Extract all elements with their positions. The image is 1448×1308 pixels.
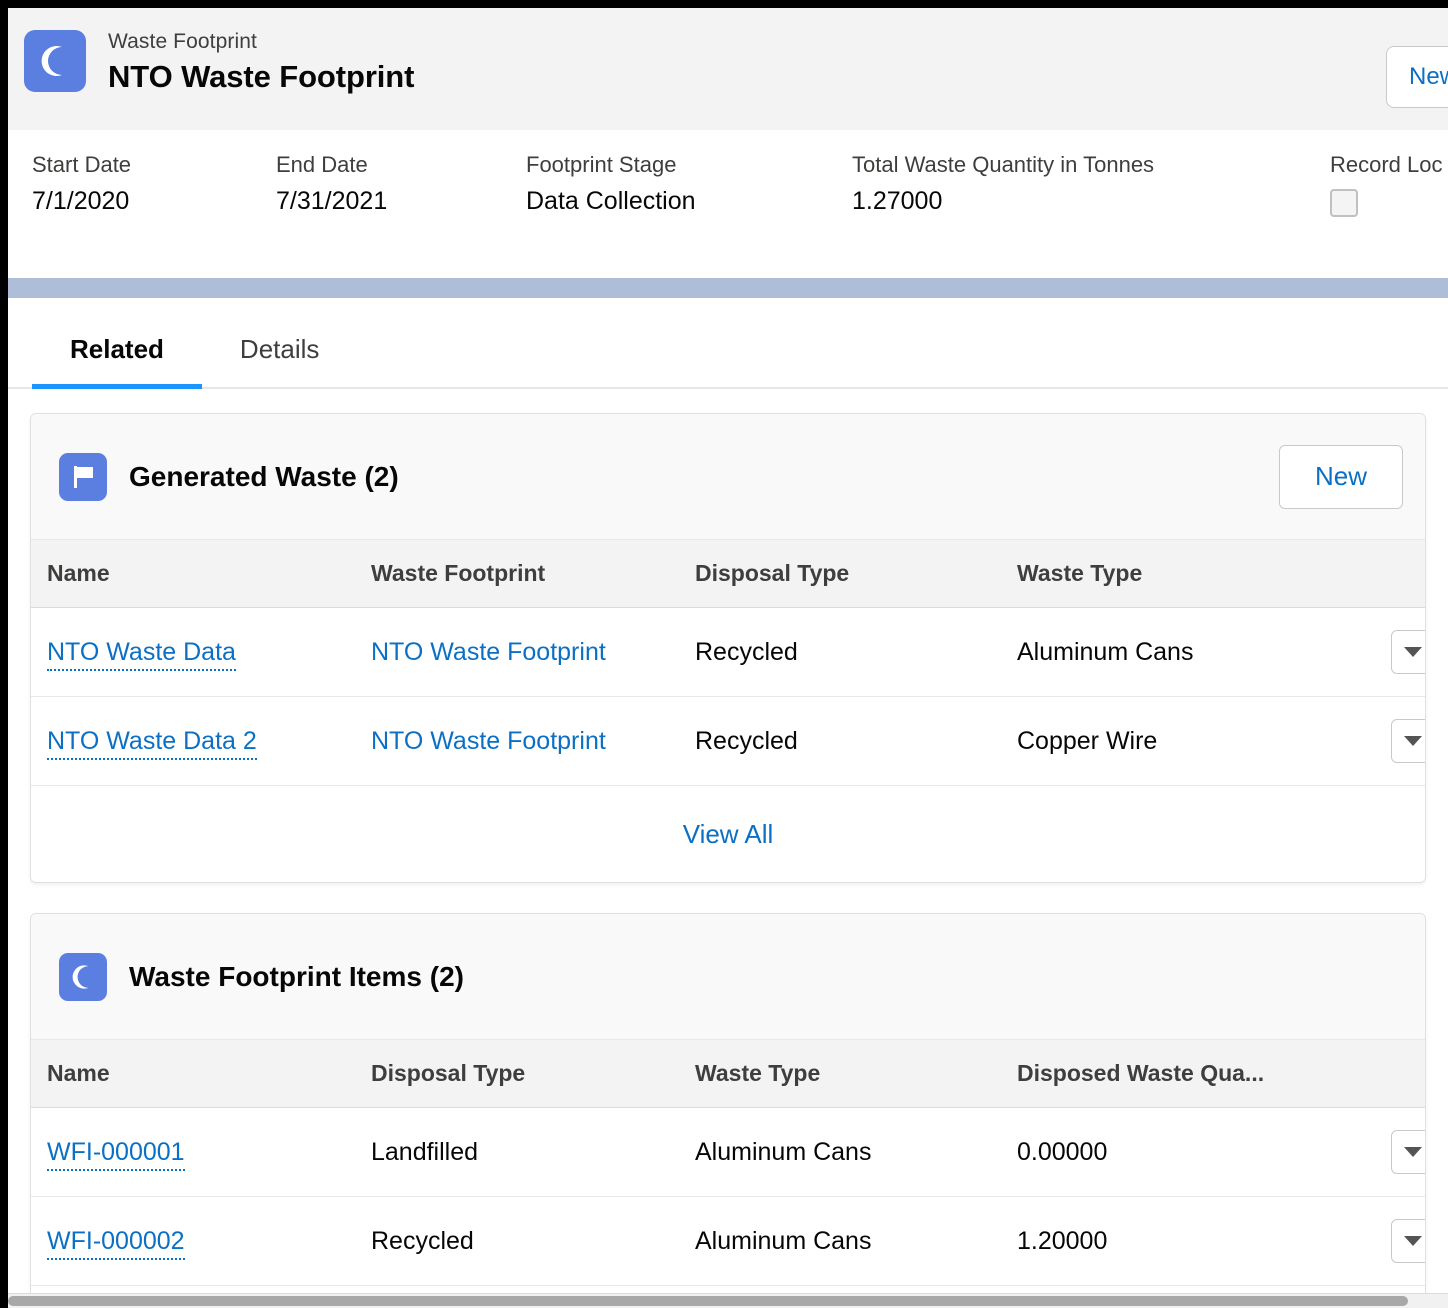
table-header-row: Name Disposal Type Waste Type Disposed W… [31,1040,1426,1108]
row-actions-button[interactable] [1391,1219,1426,1263]
cell-waste-footprint: NTO Waste Footprint [371,697,695,786]
cell-disposal-type: Recycled [695,608,1017,697]
field-end-date: End Date 7/31/2021 [276,154,526,278]
table-row: WFI-000001 Landfilled Aluminum Cans 0.00… [31,1108,1426,1197]
field-value: 7/31/2021 [276,189,526,214]
cell-disposal-type: Landfilled [371,1108,695,1197]
cell-actions [1365,1197,1426,1286]
cell-name: WFI-000001 [31,1108,371,1197]
field-total-waste-quantity: Total Waste Quantity in Tonnes 1.27000 [852,154,1330,278]
record-locked-checkbox[interactable] [1330,189,1358,217]
cell-name: NTO Waste Data 2 [31,697,371,786]
flag-icon [59,453,107,501]
cell-disposal-type: Recycled [371,1197,695,1286]
field-label: Record Loc [1330,154,1443,176]
crescent-moon-icon [24,30,86,92]
chevron-down-icon [1404,736,1422,746]
related-list-table: Name Waste Footprint Disposal Type Waste… [31,540,1426,786]
cell-waste-footprint: NTO Waste Footprint [371,608,695,697]
cell-actions [1365,608,1426,697]
row-actions-button[interactable] [1391,630,1426,674]
cell-waste-type: Aluminum Cans [695,1108,1017,1197]
row-actions-button[interactable] [1391,719,1426,763]
column-header-disposal-type[interactable]: Disposal Type [371,1040,695,1108]
record-link[interactable]: WFI-000001 [47,1138,185,1171]
field-value: 1.27000 [852,189,1330,214]
record-link[interactable]: WFI-000002 [47,1227,185,1260]
cell-actions [1365,1108,1426,1197]
field-footprint-stage: Footprint Stage Data Collection [526,154,852,278]
field-label: Footprint Stage [526,154,852,176]
column-header-name[interactable]: Name [31,1040,371,1108]
related-record-link[interactable]: NTO Waste Footprint [371,638,606,669]
field-label: Start Date [32,154,276,176]
view-all-footer: View All [31,786,1425,882]
record-link[interactable]: NTO Waste Data [47,638,236,671]
tab-details[interactable]: Details [202,322,357,387]
cell-disposal-type: Recycled [695,697,1017,786]
cell-actions [1365,697,1426,786]
field-label: Total Waste Quantity in Tonnes [852,154,1330,176]
related-list-generated-waste: Generated Waste (2) New Name Waste Footp… [30,413,1426,883]
related-lists-container: Generated Waste (2) New Name Waste Footp… [8,389,1448,1308]
row-actions-button[interactable] [1391,1130,1426,1174]
record-header: Waste Footprint NTO Waste Footprint New [8,8,1448,130]
table-header-row: Name Waste Footprint Disposal Type Waste… [31,540,1426,608]
related-record-link[interactable]: NTO Waste Footprint [371,727,606,758]
chevron-down-icon [1404,1147,1422,1157]
cell-name: WFI-000002 [31,1197,371,1286]
app-viewport: Waste Footprint NTO Waste Footprint New … [8,8,1448,1308]
field-label: End Date [276,154,526,176]
column-header-name[interactable]: Name [31,540,371,608]
column-header-disposal-type[interactable]: Disposal Type [695,540,1017,608]
related-list-table: Name Disposal Type Waste Type Disposed W… [31,1040,1426,1286]
column-header-waste-type[interactable]: Waste Type [695,1040,1017,1108]
field-start-date: Start Date 7/1/2020 [32,154,276,278]
page-title: NTO Waste Footprint [108,61,414,92]
record-object-label: Waste Footprint [108,31,414,52]
horizontal-scrollbar[interactable] [8,1293,1448,1308]
scrollbar-thumb[interactable] [8,1296,1408,1306]
column-header-disposed-waste-quantity[interactable]: Disposed Waste Qua... [1017,1040,1365,1108]
table-row: NTO Waste Data NTO Waste Footprint Recyc… [31,608,1426,697]
cell-waste-type: Copper Wire [1017,697,1365,786]
highlights-panel: Start Date 7/1/2020 End Date 7/31/2021 F… [8,130,1448,278]
chevron-down-icon [1404,1236,1422,1246]
new-button[interactable]: New [1279,445,1403,509]
cell-quantity: 0.00000 [1017,1108,1365,1197]
field-value: Data Collection [526,189,852,214]
tab-bar: Related Details [8,298,1448,389]
crescent-moon-icon [59,953,107,1001]
cell-quantity: 1.20000 [1017,1197,1365,1286]
record-link[interactable]: NTO Waste Data 2 [47,727,257,760]
column-header-actions [1365,1040,1426,1108]
section-divider-band [8,278,1448,298]
field-record-locked: Record Loc [1330,154,1443,278]
related-list-title: Waste Footprint Items (2) [129,961,464,993]
tab-related[interactable]: Related [32,322,202,387]
cell-name: NTO Waste Data [31,608,371,697]
screenshot-frame: Waste Footprint NTO Waste Footprint New … [0,0,1448,1308]
related-list-waste-footprint-items: Waste Footprint Items (2) Name Disposal … [30,913,1426,1308]
related-list-header: Waste Footprint Items (2) [31,914,1425,1040]
column-header-waste-footprint[interactable]: Waste Footprint [371,540,695,608]
chevron-down-icon [1404,647,1422,657]
header-new-button[interactable]: New [1386,46,1448,108]
cell-waste-type: Aluminum Cans [695,1197,1017,1286]
view-all-link[interactable]: View All [683,819,774,850]
related-list-header: Generated Waste (2) New [31,414,1425,540]
field-value: 7/1/2020 [32,189,276,214]
column-header-actions [1365,540,1426,608]
column-header-waste-type[interactable]: Waste Type [1017,540,1365,608]
related-list-title: Generated Waste (2) [129,461,399,493]
table-row: NTO Waste Data 2 NTO Waste Footprint Rec… [31,697,1426,786]
table-row: WFI-000002 Recycled Aluminum Cans 1.2000… [31,1197,1426,1286]
cell-waste-type: Aluminum Cans [1017,608,1365,697]
